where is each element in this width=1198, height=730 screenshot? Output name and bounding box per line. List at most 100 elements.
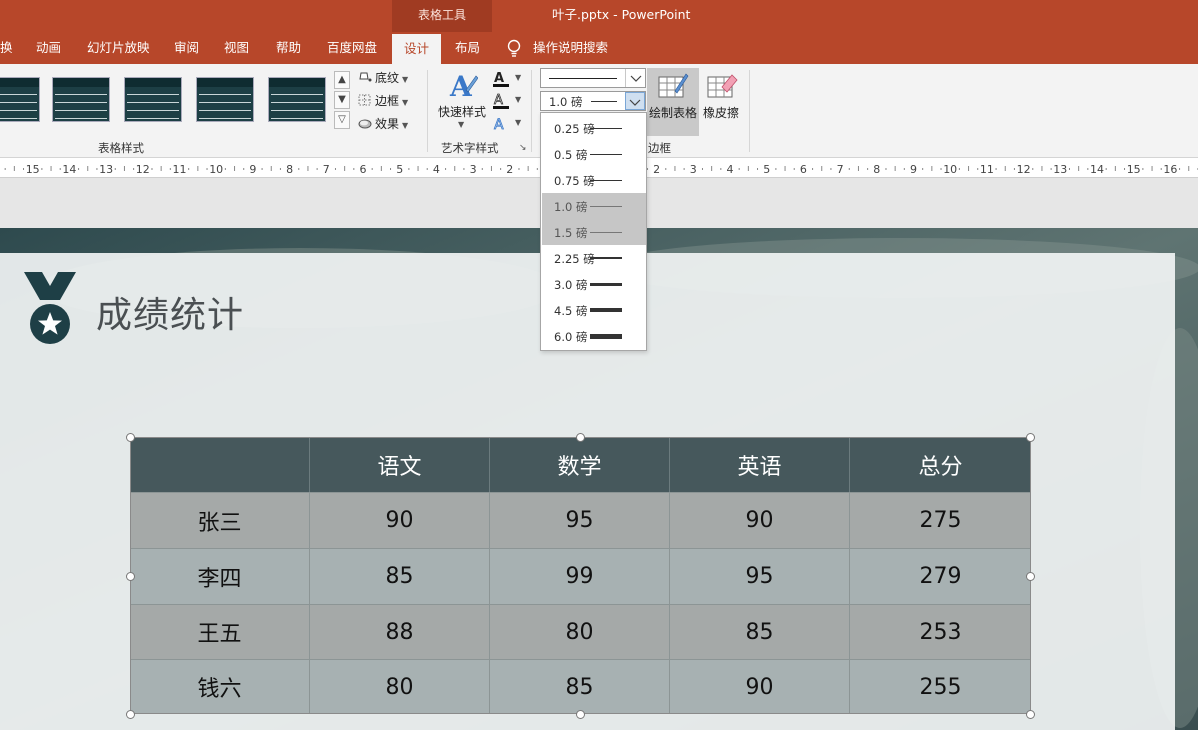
- pen-weight-option[interactable]: 0.5 磅: [542, 141, 646, 167]
- eraser-button[interactable]: 橡皮擦: [700, 68, 742, 136]
- pen-weight-option[interactable]: 1.5 磅: [542, 219, 646, 245]
- pen-weight-option[interactable]: 4.5 磅: [542, 297, 646, 323]
- table-cell[interactable]: 80: [490, 605, 670, 659]
- slide-title[interactable]: 成绩统计: [96, 286, 244, 338]
- table-header-cell[interactable]: 语文: [310, 437, 490, 492]
- pen-style-dropdown-arrow[interactable]: [625, 69, 645, 87]
- table-cell[interactable]: 85: [670, 605, 850, 659]
- dialog-launcher-icon[interactable]: ↘: [519, 143, 527, 153]
- pen-weight-dropdown[interactable]: 1.0 磅: [540, 91, 646, 111]
- svg-text:A: A: [494, 71, 504, 86]
- ruler-label: 10: [943, 163, 957, 176]
- table-header-cell[interactable]: 数学: [490, 437, 670, 492]
- tab-help[interactable]: 帮助: [276, 32, 301, 64]
- table-cell[interactable]: 80: [310, 660, 490, 714]
- table-cell[interactable]: 255: [850, 660, 1031, 714]
- table-header-cell[interactable]: 总分: [850, 437, 1031, 492]
- chevron-down-icon: ▼: [402, 75, 409, 84]
- svg-text:A: A: [494, 117, 504, 133]
- pen-weight-dropdown-arrow[interactable]: [625, 92, 645, 110]
- effects-button[interactable]: 效果 ▼: [358, 115, 408, 133]
- resize-handle-bottom-left[interactable]: [126, 710, 135, 719]
- border-grid-icon: [358, 94, 371, 106]
- table-cell[interactable]: 钱六: [130, 660, 310, 714]
- table-style-thumbnail[interactable]: [268, 77, 326, 122]
- gallery-scroll-up-button[interactable]: ▲: [334, 71, 350, 89]
- text-effects-button[interactable]: A ▼: [492, 115, 522, 133]
- text-fill-button[interactable]: A ▼: [492, 70, 522, 88]
- tab-transitions[interactable]: 换: [0, 32, 13, 64]
- table-cell[interactable]: 99: [490, 549, 670, 604]
- resize-handle-top[interactable]: [576, 433, 585, 442]
- gallery-more-button[interactable]: ▽: [334, 111, 350, 129]
- resize-handle-top-left[interactable]: [126, 433, 135, 442]
- tab-slideshow[interactable]: 幻灯片放映: [87, 32, 150, 64]
- table-cell[interactable]: 85: [310, 549, 490, 604]
- resize-handle-right[interactable]: [1026, 572, 1035, 581]
- pen-weight-option[interactable]: 0.25 磅: [542, 115, 646, 141]
- pen-weight-option[interactable]: 2.25 磅: [542, 245, 646, 271]
- table-cell[interactable]: 90: [670, 493, 850, 548]
- table-style-thumbnail[interactable]: [52, 77, 110, 122]
- ruler-label: 5: [396, 163, 403, 176]
- chevron-down-icon: [629, 99, 641, 106]
- tab-review[interactable]: 审阅: [174, 32, 199, 64]
- gallery-scroll-down-button[interactable]: ▼: [334, 91, 350, 109]
- resize-handle-bottom[interactable]: [576, 710, 585, 719]
- table-style-thumbnail[interactable]: [124, 77, 182, 122]
- resize-handle-left[interactable]: [126, 572, 135, 581]
- ruler-label: 14: [1090, 163, 1104, 176]
- tab-design[interactable]: 设计: [392, 34, 442, 64]
- table-cell[interactable]: 275: [850, 493, 1031, 548]
- ruler-label: 3: [470, 163, 477, 176]
- table-cell[interactable]: 张三: [130, 493, 310, 548]
- table-header-cell[interactable]: [130, 437, 310, 492]
- ruler-label: 13: [1053, 163, 1067, 176]
- table-cell[interactable]: 王五: [130, 605, 310, 659]
- text-outline-icon: A: [493, 93, 509, 109]
- table-cell[interactable]: 85: [490, 660, 670, 714]
- table-cell[interactable]: 88: [310, 605, 490, 659]
- table-header-cell[interactable]: 英语: [670, 437, 850, 492]
- ruler-label: 9: [249, 163, 256, 176]
- svg-text:A: A: [494, 93, 503, 108]
- tab-layout[interactable]: 布局: [455, 32, 480, 64]
- ruler-label: 5: [763, 163, 770, 176]
- pen-weight-option[interactable]: 3.0 磅: [542, 271, 646, 297]
- borders-button[interactable]: 边框 ▼: [358, 92, 408, 110]
- table-cell[interactable]: 95: [670, 549, 850, 604]
- table-cell[interactable]: 95: [490, 493, 670, 548]
- table-header-row: 语文 数学 英语 总分: [130, 437, 1031, 492]
- tab-baidu-netdisk[interactable]: 百度网盘: [327, 32, 377, 64]
- group-separator: [531, 70, 532, 152]
- ruler-label: 13: [99, 163, 113, 176]
- text-outline-button[interactable]: A ▼: [492, 92, 522, 110]
- table-style-thumbnail[interactable]: [196, 77, 254, 122]
- table-cell[interactable]: 253: [850, 605, 1031, 659]
- tab-animations[interactable]: 动画: [36, 32, 61, 64]
- ruler-label: 2: [506, 163, 513, 176]
- tell-me-search[interactable]: 操作说明搜索: [533, 32, 608, 64]
- line-weight-swatch: [590, 232, 622, 233]
- shading-button[interactable]: 底纹 ▼: [358, 69, 408, 87]
- group-label-wordart-styles: 艺术字样式: [441, 141, 499, 155]
- line-weight-swatch: [590, 128, 622, 129]
- pen-weight-option[interactable]: 6.0 磅: [542, 323, 646, 349]
- table-cell[interactable]: 李四: [130, 549, 310, 604]
- pen-weight-option[interactable]: 1.0 磅: [542, 193, 646, 219]
- table-cell[interactable]: 90: [310, 493, 490, 548]
- table-cell[interactable]: 90: [670, 660, 850, 714]
- pen-style-dropdown[interactable]: [540, 68, 646, 88]
- quick-styles-button[interactable]: A 快速样式 ▼: [436, 70, 488, 132]
- resize-handle-bottom-right[interactable]: [1026, 710, 1035, 719]
- score-table[interactable]: 语文 数学 英语 总分 张三 90 95 90 275 李四 85 99 95 …: [130, 437, 1031, 714]
- ruler-label: 6: [360, 163, 367, 176]
- table-style-thumbnail[interactable]: [0, 77, 40, 122]
- pen-weight-option[interactable]: 0.75 磅: [542, 167, 646, 193]
- tab-view[interactable]: 视图: [224, 32, 249, 64]
- draw-table-button[interactable]: 绘制表格: [647, 68, 699, 136]
- wordart-a-icon: A: [449, 70, 478, 102]
- resize-handle-top-right[interactable]: [1026, 433, 1035, 442]
- table-cell[interactable]: 279: [850, 549, 1031, 604]
- lightbulb-icon: [507, 39, 521, 57]
